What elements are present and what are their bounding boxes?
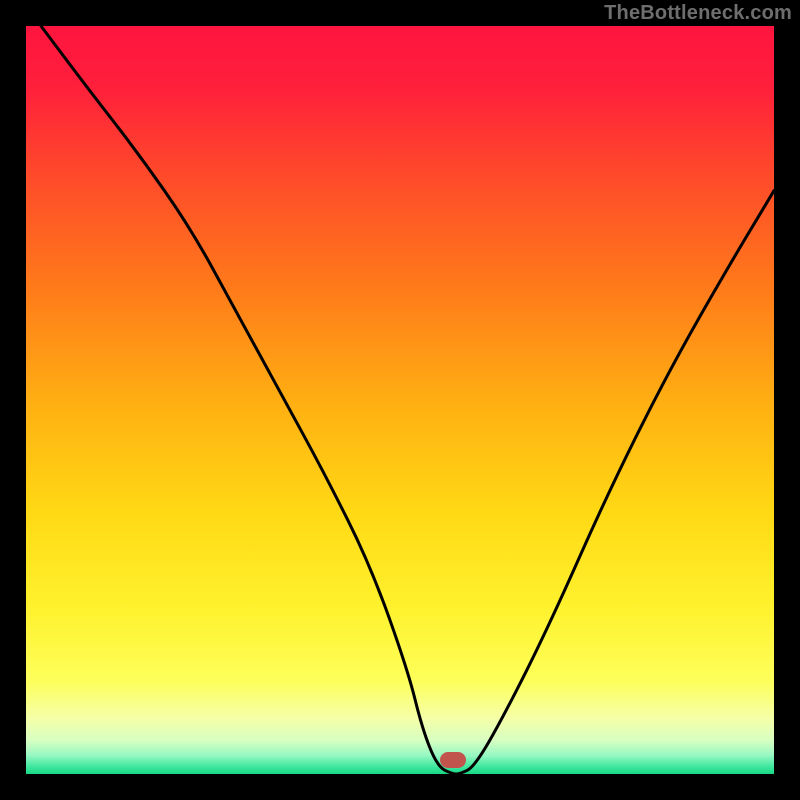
- watermark-text: TheBottleneck.com: [604, 2, 792, 25]
- bottleneck-plot: [0, 0, 800, 800]
- chart-canvas: TheBottleneck.com: [0, 0, 800, 800]
- gradient-background: [26, 26, 774, 774]
- optimal-point-marker: [440, 752, 466, 768]
